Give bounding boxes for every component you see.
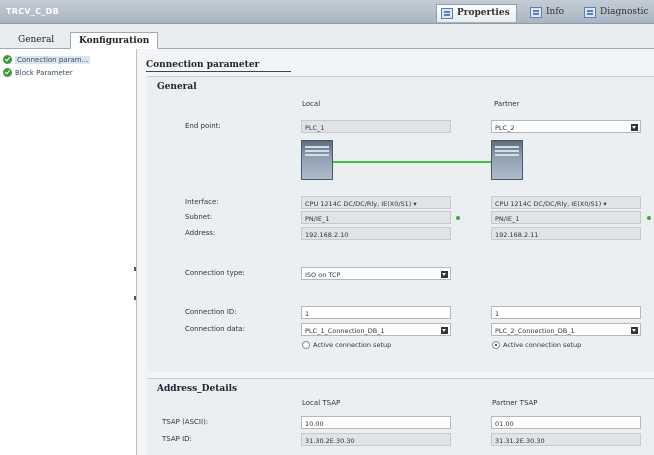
tsap-id-label: TSAP ID: (162, 435, 192, 443)
nav-item-label: Block Parameter (15, 69, 73, 77)
partner-plc-icon (491, 140, 523, 180)
local-address-field: 192.168.2.10 (301, 227, 451, 240)
properties-icon (441, 8, 453, 19)
tab-properties[interactable]: Properties (436, 4, 517, 22)
main-content: Connection parameter General Local Partn… (137, 49, 654, 455)
partner-active-setup-label: Active connection setup (503, 341, 582, 349)
local-tsap-id-field: 31.30.2E.30.30 (301, 433, 451, 446)
connection-data-label: Connection data: (185, 325, 245, 333)
local-plc-icon (301, 140, 333, 180)
network-port-icon (456, 216, 460, 220)
window-title: TRCV_C_DB (6, 7, 59, 16)
check-circle-icon (3, 55, 12, 64)
chevron-down-icon (441, 271, 448, 278)
partner-active-setup-radio[interactable]: Active connection setup (492, 341, 581, 349)
local-tsap-header: Local TSAP (302, 399, 341, 407)
network-port-icon (647, 216, 651, 220)
partner-connection-data-select[interactable]: PLC_2_Connection_DB_1 (491, 323, 641, 336)
tsap-ascii-label: TSAP (ASCII): (162, 418, 209, 426)
chevron-down-icon (441, 327, 448, 334)
general-section: General Local Partner End point: PLC_1 P… (147, 76, 654, 372)
address-details-section: Address_Details Local TSAP Partner TSAP … (147, 378, 654, 455)
connection-type-label: Connection type: (185, 269, 245, 277)
partner-tsap-ascii-input[interactable]: 01.00 (491, 416, 641, 429)
nav-item-connection-parameter[interactable]: Connection param... (3, 55, 91, 67)
partner-end-point-select[interactable]: PLC_2 (491, 120, 641, 133)
chevron-down-icon (631, 124, 638, 131)
radio-selected-icon (492, 341, 500, 349)
subtab-general[interactable]: General (10, 32, 62, 49)
splitter-handle[interactable] (134, 296, 136, 300)
partner-end-point-value: PLC_2 (495, 124, 515, 132)
partner-tsap-header: Partner TSAP (492, 399, 538, 407)
local-connection-data-value: PLC_1_Connection_DB_1 (305, 327, 385, 335)
partner-connection-data-value: PLC_2_Connection_DB_1 (495, 327, 575, 335)
left-nav-pane: Connection param... Block Parameter (0, 49, 137, 455)
chevron-down-icon (631, 327, 638, 334)
radio-unselected-icon (302, 341, 310, 349)
local-end-point-field: PLC_1 (301, 120, 451, 133)
connection-link-line (333, 161, 491, 163)
check-circle-icon (3, 68, 12, 77)
address-details-header: Address_Details (157, 384, 238, 394)
connection-parameter-header: Connection parameter (146, 60, 291, 72)
diagnostics-icon (584, 7, 596, 18)
inspector-title-bar: TRCV_C_DB Properties Info Diagnostic (0, 0, 654, 24)
nav-item-block-parameter[interactable]: Block Parameter (3, 68, 73, 80)
partner-tsap-id-field: 31.31.2E.30.30 (491, 433, 641, 446)
local-active-setup-radio[interactable]: Active connection setup (302, 341, 391, 349)
nav-item-label: Connection param... (15, 56, 91, 64)
address-label: Address: (185, 229, 216, 237)
local-interface-field[interactable]: CPU 1214C DC/DC/Rly, IE(X0/S1) ▾ (301, 196, 451, 209)
subnet-label: Subnet: (185, 213, 213, 221)
local-active-setup-label: Active connection setup (313, 341, 392, 349)
tab-properties-label: Properties (457, 8, 510, 18)
general-header: General (157, 82, 197, 92)
local-column-header: Local (302, 100, 321, 108)
end-point-label: End point: (185, 122, 221, 130)
connection-type-select[interactable]: ISO on TCP (301, 267, 451, 280)
tab-diagnostic[interactable]: Diagnostic (580, 4, 654, 22)
partner-interface-field[interactable]: CPU 1214C DC/DC/Rly, IE(X0/S1) ▾ (491, 196, 641, 209)
connection-type-value: ISO on TCP (305, 271, 341, 279)
connection-id-label: Connection ID: (185, 308, 237, 316)
subtab-konfiguration[interactable]: Konfiguration (70, 32, 159, 49)
tab-diagnostic-label: Diagnostic (600, 7, 649, 17)
partner-column-header: Partner (494, 100, 520, 108)
subtab-bar: General Konfiguration (0, 24, 654, 49)
partner-subnet-field: PN/IE_1 (491, 211, 641, 224)
info-icon (530, 7, 542, 18)
tab-info-label: Info (546, 7, 565, 17)
local-connection-data-select[interactable]: PLC_1_Connection_DB_1 (301, 323, 451, 336)
partner-connection-id-input[interactable]: 1 (491, 306, 641, 319)
tab-info[interactable]: Info (526, 4, 570, 22)
splitter-handle[interactable] (134, 267, 136, 271)
interface-label: Interface: (185, 198, 219, 206)
partner-address-field: 192.168.2.11 (491, 227, 641, 240)
local-subnet-field: PN/IE_1 (301, 211, 451, 224)
local-tsap-ascii-input[interactable]: 10.00 (301, 416, 451, 429)
local-connection-id-input[interactable]: 1 (301, 306, 451, 319)
